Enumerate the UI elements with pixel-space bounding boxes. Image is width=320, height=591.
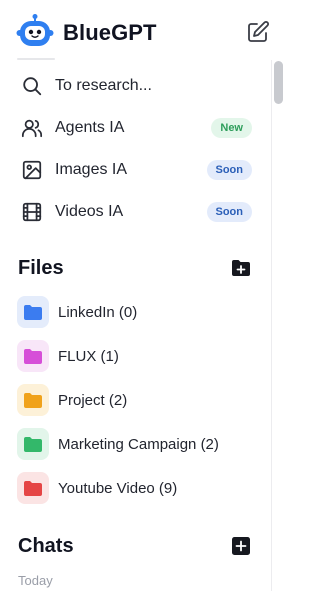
nav-item-videos-ia[interactable]: Videos IA Soon (20, 197, 256, 227)
folder-icon (17, 428, 49, 460)
new-folder-icon[interactable] (231, 258, 251, 278)
soon-badge: Soon (206, 160, 252, 180)
sidebar: BlueGPT To research... Agents IA New Ima… (0, 0, 271, 591)
folder-label: FLUX (1) (58, 348, 119, 365)
brand-name: BlueGPT (63, 20, 157, 45)
folder-icon (17, 296, 49, 328)
folder-youtube-video[interactable]: Youtube Video (9) (17, 472, 257, 504)
header-divider (17, 58, 55, 60)
sidebar-border (271, 60, 272, 591)
nav-item-agents-ia[interactable]: Agents IA New (20, 113, 256, 143)
folder-label: Youtube Video (9) (58, 480, 178, 497)
nav-item-images-ia[interactable]: Images IA Soon (20, 155, 256, 185)
new-badge: New (211, 118, 252, 138)
search-icon (20, 74, 44, 98)
files-section-title: Files (18, 257, 64, 279)
folder-icon (17, 384, 49, 416)
folder-label: Marketing Campaign (2) (58, 436, 219, 453)
chat-group-label: Today (18, 573, 53, 588)
folder-linkedin[interactable]: LinkedIn (0) (17, 296, 257, 328)
new-chat-plus-icon[interactable] (231, 536, 251, 556)
nav-item-label: To research... (55, 77, 152, 94)
chats-section-title: Chats (18, 535, 74, 557)
nav-item-label: Agents IA (55, 119, 125, 136)
users-icon (20, 116, 44, 140)
folder-icon (17, 340, 49, 372)
nav-item-research[interactable]: To research... (20, 71, 256, 101)
nav-item-label: Images IA (55, 161, 128, 178)
folder-marketing-campaign[interactable]: Marketing Campaign (2) (17, 428, 257, 460)
soon-badge: Soon (206, 202, 252, 222)
folder-label: LinkedIn (0) (58, 304, 138, 321)
folder-icon (17, 472, 49, 504)
folder-label: Project (2) (58, 392, 128, 409)
folder-project[interactable]: Project (2) (17, 384, 257, 416)
new-chat-edit-icon[interactable] (246, 20, 270, 44)
film-icon (20, 200, 44, 224)
image-icon (20, 158, 44, 182)
folder-flux[interactable]: FLUX (1) (17, 340, 257, 372)
scrollbar-thumb[interactable] (274, 61, 283, 104)
bluegpt-logo-icon (15, 14, 55, 48)
nav-item-label: Videos IA (55, 203, 124, 220)
